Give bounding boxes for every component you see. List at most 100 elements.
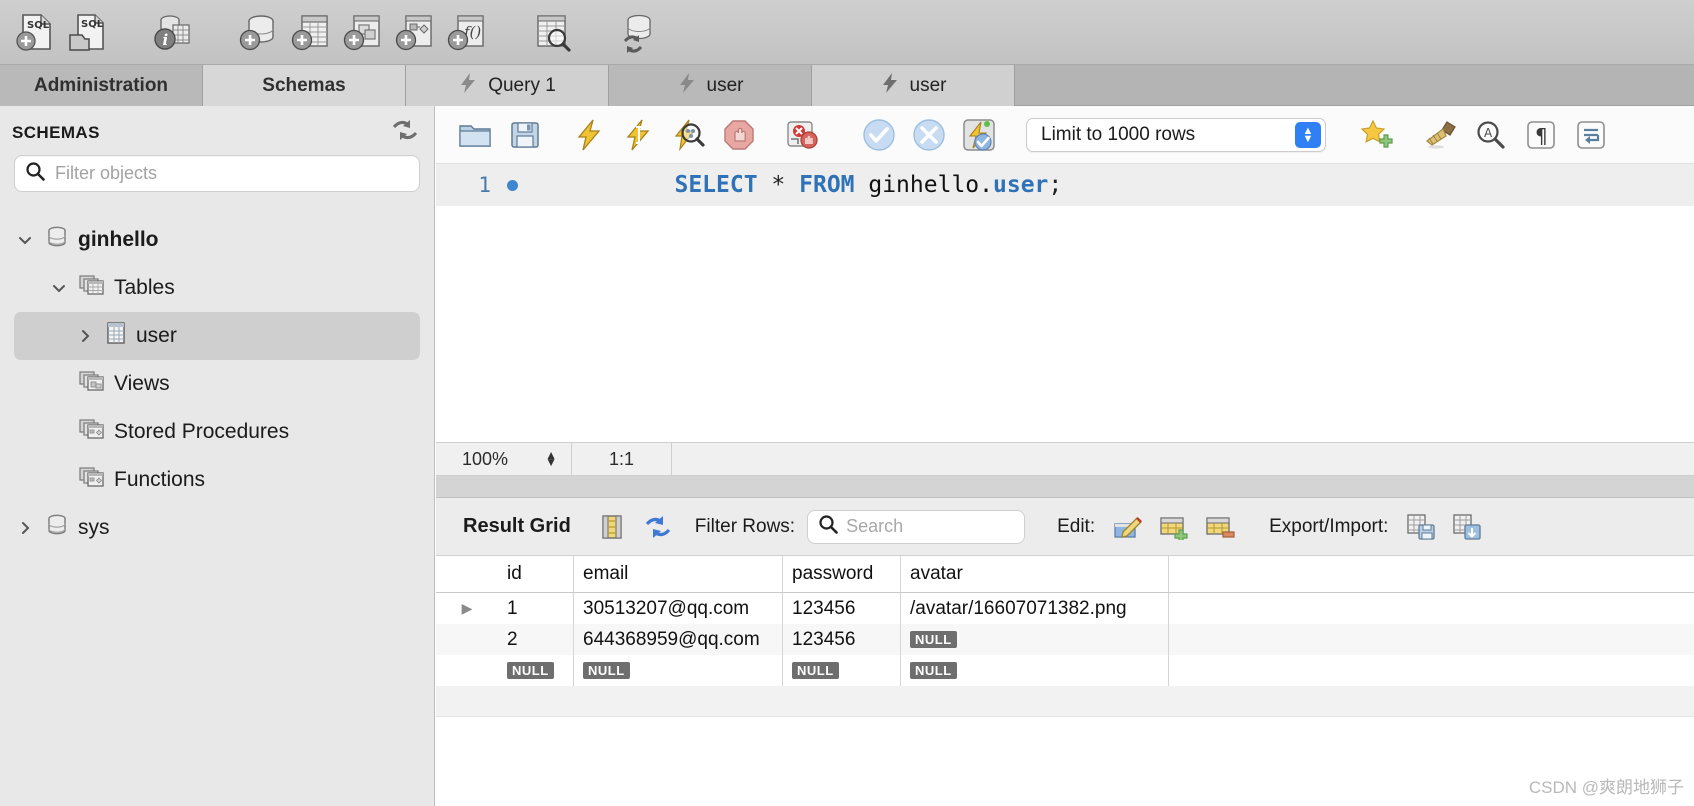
beautify-icon[interactable] [1416, 111, 1466, 159]
tab-administration[interactable]: Administration [0, 65, 203, 106]
sql-statement[interactable]: SELECT * FROM ginhello.user; [536, 146, 1062, 224]
grid-header-avatar[interactable]: avatar [901, 556, 1169, 592]
tab-user-1[interactable]: user [609, 65, 812, 106]
schema-tree: ginhello Tables user Views Stored Proced… [0, 216, 434, 552]
chevron-right-icon[interactable] [74, 328, 96, 344]
cell-password[interactable]: 123456 [783, 593, 901, 624]
row-limit-stepper[interactable]: ▲ ▼ [1295, 121, 1321, 148]
row-limit-select[interactable]: Limit to 1000 rows ▲ ▼ [1026, 117, 1326, 152]
cell-id[interactable]: NULL [498, 655, 574, 686]
grid-header-id[interactable]: id [498, 556, 574, 592]
invisible-chars-icon[interactable]: ¶ [1516, 111, 1566, 159]
filter-objects-box[interactable] [14, 155, 420, 192]
chevron-down-icon[interactable] [48, 280, 70, 296]
filter-objects-input[interactable] [55, 163, 409, 184]
statement-marker-icon [507, 179, 518, 191]
cursor-position-value: 1:1 [608, 448, 635, 469]
insert-row-icon[interactable] [1151, 505, 1197, 549]
cell-email[interactable]: 644368959@qq.com [574, 624, 783, 655]
grid-view-icon[interactable] [589, 505, 635, 549]
cell-avatar[interactable]: NULL [901, 624, 1169, 655]
sql-code-area[interactable]: 1 SELECT * FROM ginhello.user; [436, 164, 1694, 442]
row-pointer-icon: ▶ [461, 600, 473, 616]
null-badge: NULL [507, 662, 554, 679]
tab-query-1[interactable]: Query 1 [406, 65, 609, 106]
result-data-grid[interactable]: id email password avatar ▶ 1 30513207@qq… [436, 556, 1694, 747]
result-grid-toolbar: Result Grid Filter Rows: Search Edit: Ex… [436, 498, 1694, 556]
tab-user-2-label: user [909, 74, 947, 96]
search-icon [25, 161, 45, 186]
chevron-right-icon[interactable] [14, 520, 36, 536]
cell-id[interactable]: 2 [498, 624, 574, 655]
delete-row-icon[interactable] [1197, 505, 1243, 549]
inspect-table-icon[interactable] [526, 6, 578, 58]
tree-node-sys[interactable]: sys [0, 504, 434, 552]
grid-header-email[interactable]: email [574, 556, 783, 592]
svg-text:i: i [163, 31, 169, 49]
filter-rows-search-input[interactable] [846, 516, 1015, 537]
zoom-stepper-icon[interactable]: ▲ ▼ [545, 449, 557, 468]
edit-label: Edit: [1057, 515, 1096, 537]
open-sql-script-icon[interactable]: SQL [60, 6, 112, 58]
create-view-icon[interactable] [336, 6, 388, 58]
tree-node-tables-label: Tables [114, 276, 175, 299]
tree-node-stored-procedures-label: Stored Procedures [114, 420, 290, 443]
server-status-icon[interactable]: i [146, 6, 198, 58]
editor-status-bar: 100% ▲ ▼ 1:1 [436, 442, 1694, 476]
filter-rows-search-box[interactable] [807, 509, 1026, 544]
reconnect-dbms-icon[interactable] [612, 6, 664, 58]
cell-id[interactable]: 1 [498, 593, 574, 624]
sql-token-select: SELECT [674, 172, 758, 198]
create-function-icon[interactable]: f() [440, 6, 492, 58]
null-badge: NULL [910, 631, 957, 648]
edit-row-icon[interactable] [1105, 505, 1151, 549]
cell-email[interactable]: NULL [574, 655, 783, 686]
cell-password[interactable]: NULL [783, 655, 901, 686]
code-empty-space[interactable] [436, 206, 1694, 442]
table-row-placeholder[interactable]: NULL NULL NULL NULL [436, 655, 1694, 686]
cell-email[interactable]: 30513207@qq.com [574, 593, 783, 624]
create-table-icon[interactable] [284, 6, 336, 58]
chevron-down-icon[interactable] [14, 232, 36, 248]
panel-separator [436, 476, 1694, 498]
filter-rows-label: Filter Rows: [694, 515, 796, 537]
tab-schemas-label: Schemas [262, 74, 346, 96]
tab-schemas[interactable]: Schemas [203, 65, 406, 106]
new-sql-tab-icon[interactable]: SQL [8, 6, 60, 58]
table-row[interactable]: 2 644368959@qq.com 123456 NULL [436, 624, 1694, 655]
tree-node-user-label: user [136, 324, 177, 347]
cell-password[interactable]: 123456 [783, 624, 901, 655]
cell-filler [1169, 593, 1694, 624]
snippets-icon[interactable] [1352, 111, 1402, 159]
import-recordset-icon[interactable] [1444, 505, 1490, 549]
refresh-data-icon[interactable] [635, 505, 681, 549]
cell-avatar[interactable]: NULL [901, 655, 1169, 686]
tab-administration-label: Administration [33, 74, 169, 96]
table-icon [105, 321, 127, 351]
grid-header-filler [1169, 556, 1694, 592]
find-icon[interactable]: A [1466, 111, 1516, 159]
tree-node-stored-procedures[interactable]: Stored Procedures [0, 408, 434, 456]
code-line-1[interactable]: 1 SELECT * FROM ginhello.user; [436, 164, 1694, 206]
mysql-workbench-window: SQL SQL i f() Administration Schemas Que… [0, 0, 1694, 806]
refresh-icon[interactable] [392, 118, 418, 147]
null-badge: NULL [792, 662, 839, 679]
svg-text:¶: ¶ [1535, 124, 1548, 148]
zoom-level-control[interactable]: 100% ▲ ▼ [436, 442, 572, 476]
tree-node-functions[interactable]: Functions [0, 456, 434, 504]
word-wrap-icon[interactable] [1566, 111, 1616, 159]
tree-node-tables[interactable]: Tables [0, 264, 434, 312]
grid-header-password[interactable]: password [783, 556, 901, 592]
tree-node-ginhello[interactable]: ginhello [0, 216, 434, 264]
export-import-label: Export/Import: [1269, 515, 1389, 537]
export-recordset-icon[interactable] [1398, 505, 1444, 549]
create-schema-icon[interactable] [232, 6, 284, 58]
schemas-header: SCHEMAS [0, 106, 434, 153]
tab-user-2[interactable]: user [812, 65, 1015, 106]
table-row[interactable]: ▶ 1 30513207@qq.com 123456 /avatar/16607… [436, 593, 1694, 624]
cell-avatar[interactable]: /avatar/16607071382.png [901, 593, 1169, 624]
tree-node-user[interactable]: user [14, 312, 420, 360]
open-file-icon[interactable] [450, 111, 500, 159]
tree-node-views[interactable]: Views [0, 360, 434, 408]
create-procedure-icon[interactable] [388, 6, 440, 58]
